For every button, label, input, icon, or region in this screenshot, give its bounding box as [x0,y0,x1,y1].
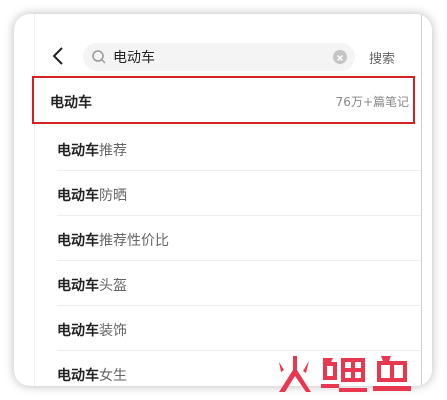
suggestion-label: 电动车女生 [57,365,127,385]
chevron-left-icon [52,47,63,65]
suggestion-keyword: 电动车 [57,278,99,294]
suggestion-suffix: 女生 [99,368,127,384]
suggestion-keyword: 电动车 [57,368,99,384]
suggestion-item[interactable]: 电动车推荐性价比 [35,216,421,261]
suggestion-suffix: 防晒 [99,188,127,204]
top-result-keyword: 电动车 [50,95,92,111]
search-input[interactable] [113,43,313,71]
top-result-item[interactable]: 电动车 76万+篇笔记 [32,76,415,124]
search-icon [92,50,106,64]
suggestion-keyword: 电动车 [57,323,99,339]
suggestion-suffix: 推荐性价比 [99,233,169,249]
suggestion-label: 电动车头盔 [57,275,127,295]
clear-icon[interactable] [333,50,347,64]
suggestion-suffix: 推荐 [99,143,127,159]
search-header: 搜索 [35,14,421,72]
suggestion-item[interactable]: 电动车推荐 [35,126,421,171]
note-count: 76万+篇笔记 [335,95,409,109]
suggestion-suffix: 头盔 [99,278,127,294]
search-screen: 搜索 电动车推荐 电动车防晒 电动车推荐性价比 电动车头盔 电动车装饰 [34,14,422,386]
suggestion-list: 电动车推荐 电动车防晒 电动车推荐性价比 电动车头盔 电动车装饰 电动车女生 [35,126,421,386]
search-box[interactable] [83,43,355,71]
suggestion-suffix: 装饰 [99,323,127,339]
watermark-logo [279,356,411,392]
suggestion-keyword: 电动车 [57,233,99,249]
phone-frame: 搜索 电动车推荐 电动车防晒 电动车推荐性价比 电动车头盔 电动车装饰 [14,14,432,386]
suggestion-label: 电动车推荐性价比 [57,230,169,250]
suggestion-item[interactable]: 电动车头盔 [35,261,421,306]
suggestion-keyword: 电动车 [57,188,99,204]
suggestion-label: 电动车装饰 [57,320,127,340]
suggestion-label: 电动车防晒 [57,185,127,205]
back-button[interactable] [49,44,69,68]
suggestion-label: 电动车推荐 [57,140,127,160]
suggestion-item[interactable]: 电动车装饰 [35,306,421,351]
search-button[interactable]: 搜索 [369,48,395,67]
suggestion-item[interactable]: 电动车防晒 [35,171,421,216]
suggestion-keyword: 电动车 [57,143,99,159]
